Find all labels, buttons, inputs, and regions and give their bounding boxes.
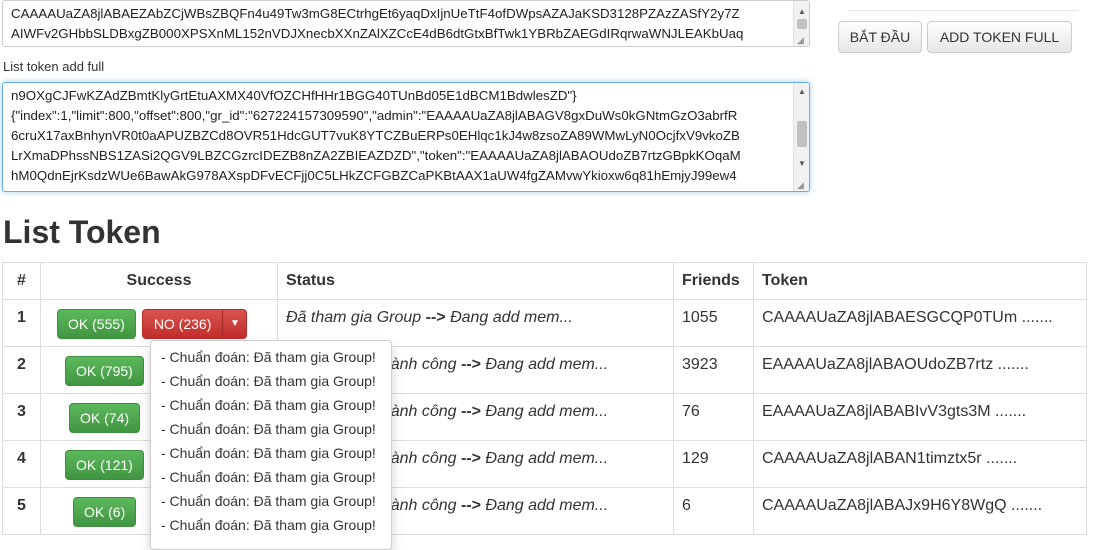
status-arrow: -->: [460, 450, 481, 467]
status-text: Đã tham gia Group: [286, 309, 426, 326]
scroll-up-arrow-icon[interactable]: ▲: [794, 85, 809, 99]
list-token-full-line: {"index":1,"limit":800,"offset":800,"gr_…: [11, 108, 738, 123]
dropdown-item[interactable]: - Chuẩn đoán: Đã tham gia Group!: [151, 513, 391, 537]
status-text: Đang add mem...: [480, 403, 609, 420]
list-token-full-line: hM0QdnEjrKsdzWUe6BawAkG978AXspDFvECFjj0C…: [11, 168, 737, 183]
row-index: 2: [2, 346, 41, 394]
token-cell: EAAAAUaZA8jlABABIvV3gts3M .......: [753, 393, 1087, 441]
scroll-up-arrow-icon[interactable]: ▲: [794, 5, 809, 19]
row-index: 4: [2, 440, 41, 488]
status-text: Đang add mem...: [480, 497, 609, 514]
ok-count-button[interactable]: OK (555): [57, 309, 136, 339]
dropdown-item[interactable]: - Chuẩn đoán: Đã tham gia Group!: [151, 417, 391, 441]
column-header-status: Status: [277, 262, 674, 300]
column-header-friends: Friends: [673, 262, 754, 300]
list-token-full-label: List token add full: [3, 59, 105, 74]
status-text: Đang add mem...: [480, 356, 609, 373]
row-index: 3: [2, 393, 41, 441]
status-arrow: -->: [425, 309, 446, 326]
dropdown-item[interactable]: - Chuẩn đoán: Đã tham gia Group!: [151, 489, 391, 513]
status-text: Đang add mem...: [445, 309, 573, 326]
status-arrow: -->: [460, 403, 481, 420]
status-arrow: -->: [460, 356, 481, 373]
column-header-index: #: [2, 262, 41, 300]
token-cell: CAAAAUaZA8jlABAJx9H6Y8WgQ .......: [753, 487, 1087, 535]
ok-count-button[interactable]: OK (121): [65, 450, 144, 480]
friends-cell: 129: [673, 440, 754, 488]
ok-count-button[interactable]: OK (74): [69, 403, 141, 433]
column-header-token: Token: [753, 262, 1087, 300]
dropdown-item[interactable]: - Chuẩn đoán: Đã tham gia Group!: [151, 369, 391, 393]
divider: [848, 10, 1078, 11]
caret-down-icon[interactable]: ▼: [222, 310, 246, 338]
no-diagnosis-dropdown-menu: - Chuẩn đoán: Đã tham gia Group! - Chuẩn…: [150, 340, 392, 550]
status-text: Đang add mem...: [480, 450, 609, 467]
dropdown-item[interactable]: - Chuẩn đoán: Đã tham gia Group!: [151, 441, 391, 465]
token-cell: CAAAAUaZA8jlABAESGCQP0TUm .......: [753, 299, 1087, 347]
row-index: 5: [2, 487, 41, 535]
scroll-thumb[interactable]: [797, 121, 807, 147]
list-token-full-line: LrXmaDPhssNBS1ZASi2QGV9LBZCGzrcIDEZB8nZA…: [11, 148, 741, 163]
token-cell: CAAAAUaZA8jlABAN1timztx5r .......: [753, 440, 1087, 488]
list-token-heading: List Token: [3, 214, 161, 250]
add-token-full-button[interactable]: ADD TOKEN FULL: [927, 21, 1072, 53]
table-header-row: # Success Status Friends Token: [2, 262, 1087, 300]
friends-cell: 6: [673, 487, 754, 535]
list-token-full-line: 6cruX17axBnhynVR0t0aAPUZBZCd8OVR51HdcGUT…: [11, 128, 740, 143]
list-token-full-scrollbar[interactable]: ▲ ▼: [793, 83, 809, 191]
dropdown-item[interactable]: - Chuẩn đoán: Đã tham gia Group!: [151, 345, 391, 369]
token-input-textarea[interactable]: CAAAAUaZA8jlABAEZAbZCjWBsZBQFn4u49Tw3mG8…: [2, 0, 810, 47]
scroll-down-arrow-icon[interactable]: ▼: [794, 157, 809, 171]
friends-cell: 1055: [673, 299, 754, 347]
token-input-line: CAAAAUaZA8jlABAEZAbZCjWBsZBQFn4u49Tw3mG8…: [11, 6, 740, 21]
dropdown-item[interactable]: - Chuẩn đoán: Đã tham gia Group!: [151, 393, 391, 417]
ok-count-button[interactable]: OK (6): [73, 497, 137, 527]
ok-count-button[interactable]: OK (795): [65, 356, 144, 386]
row-index: 1: [2, 299, 41, 347]
token-input-line: AIWFv2GHbbSLDBxgZB000XPSXnML152nVDJXnecb…: [11, 26, 744, 41]
scroll-thumb[interactable]: [797, 19, 807, 29]
status-arrow: -->: [460, 497, 481, 514]
list-token-full-textarea[interactable]: n9OXgCJFwKZAdZBmtKlyGrtEtuAXMX40VfOZCHfH…: [2, 82, 810, 192]
friends-cell: 76: [673, 393, 754, 441]
start-button[interactable]: BẮT ĐẦU: [838, 21, 922, 53]
column-header-success: Success: [40, 262, 278, 300]
dropdown-item[interactable]: - Chuẩn đoán: Đã tham gia Group!: [151, 465, 391, 489]
resize-grip-icon[interactable]: ◢: [797, 180, 807, 190]
resize-grip-icon[interactable]: ◢: [797, 35, 807, 45]
list-token-full-line: n9OXgCJFwKZAdZBmtKlyGrtEtuAXMX40VfOZCHfH…: [11, 88, 577, 103]
no-count-split-button[interactable]: NO (236) ▼: [141, 309, 248, 339]
friends-cell: 3923: [673, 346, 754, 394]
token-cell: EAAAAUaZA8jlABAOUdoZB7rtz .......: [753, 346, 1087, 394]
no-count-label[interactable]: NO (236): [143, 310, 223, 338]
